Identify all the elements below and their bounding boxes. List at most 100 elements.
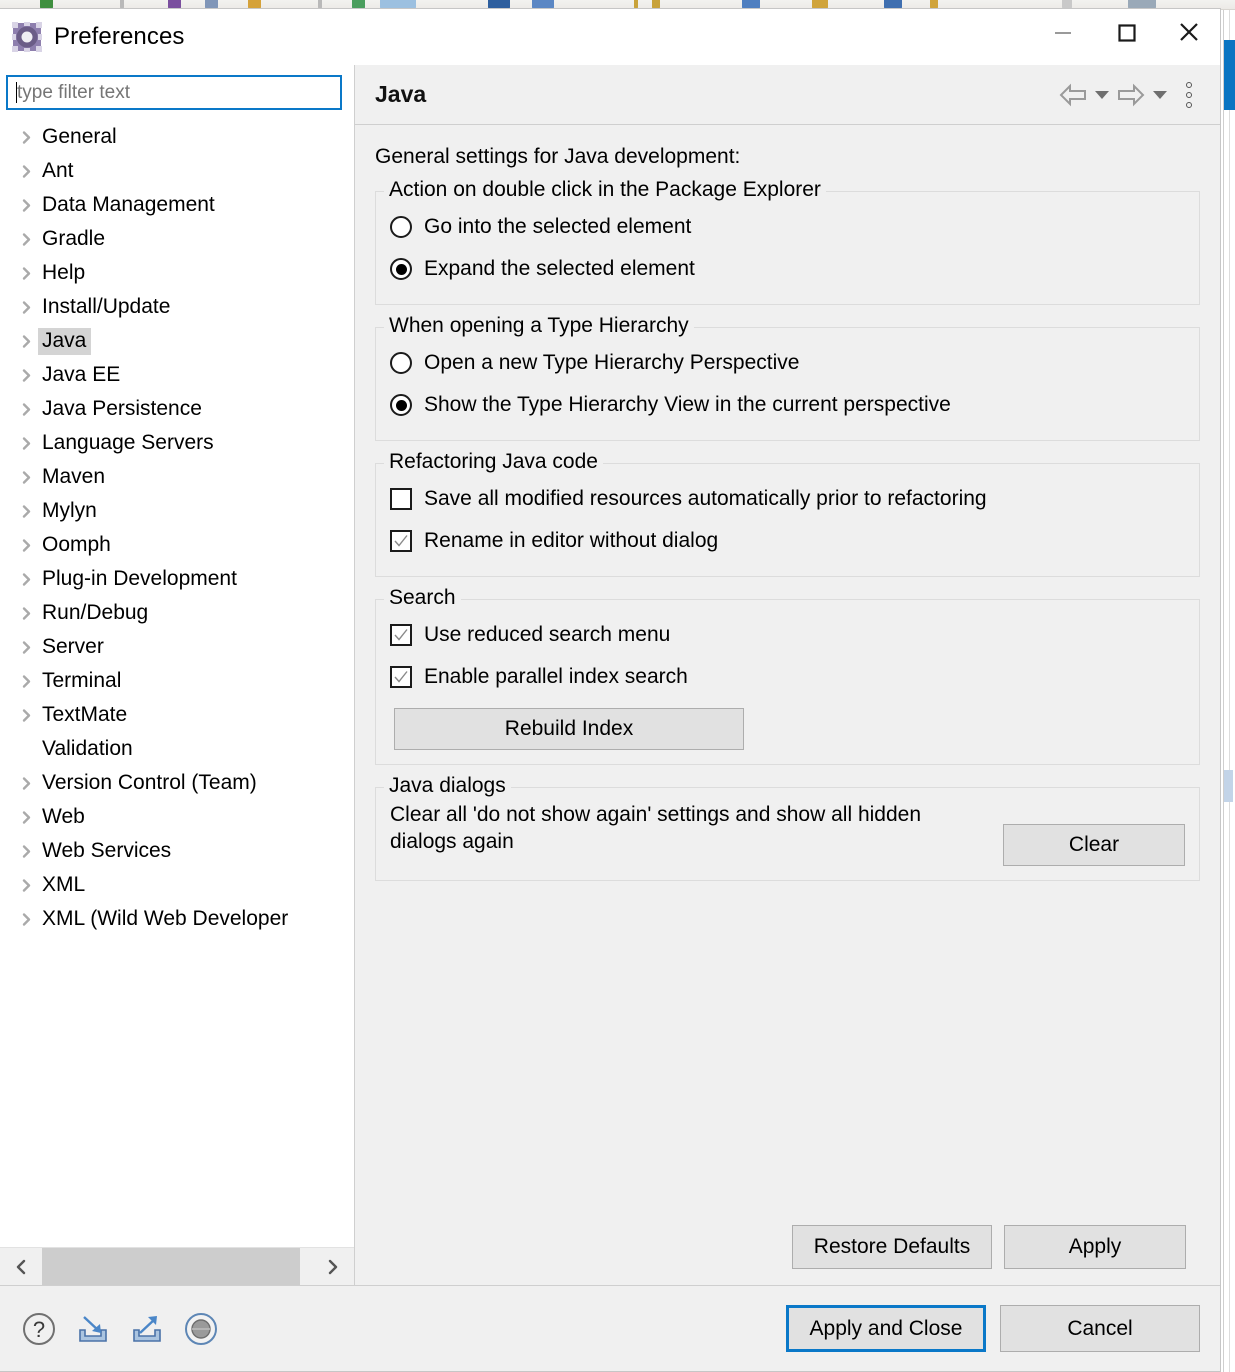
checkbox-rename-in-editor-without-dialog[interactable]: Rename in editor without dialog bbox=[390, 520, 1185, 562]
tree-item-oomph[interactable]: Oomph bbox=[0, 528, 354, 562]
tree-item-help[interactable]: Help bbox=[0, 256, 354, 290]
tree-item-java-persistence[interactable]: Java Persistence bbox=[0, 392, 354, 426]
preference-tree[interactable]: GeneralAntData ManagementGradleHelpInsta… bbox=[0, 116, 354, 1247]
tree-item-data-management[interactable]: Data Management bbox=[0, 188, 354, 222]
oomph-recorder-icon[interactable] bbox=[180, 1308, 222, 1350]
tree-item-java-ee[interactable]: Java EE bbox=[0, 358, 354, 392]
chevron-right-icon[interactable] bbox=[14, 810, 38, 825]
tree-item-install-update[interactable]: Install/Update bbox=[0, 290, 354, 324]
tree-item-plug-in-development[interactable]: Plug-in Development bbox=[0, 562, 354, 596]
chevron-right-icon[interactable] bbox=[14, 368, 38, 383]
chevron-right-icon[interactable] bbox=[14, 640, 38, 655]
chevron-right-icon[interactable] bbox=[14, 572, 38, 587]
chevron-right-icon[interactable] bbox=[14, 674, 38, 689]
radio-go-into-selected-element[interactable]: Go into the selected element bbox=[390, 206, 1185, 248]
chevron-right-icon[interactable] bbox=[14, 470, 38, 485]
tree-item-label: TextMate bbox=[38, 702, 132, 729]
apply-and-close-button[interactable]: Apply and Close bbox=[786, 1305, 986, 1352]
chevron-right-icon[interactable] bbox=[14, 504, 38, 519]
back-dropdown-icon[interactable] bbox=[1092, 78, 1112, 112]
tree-item-web[interactable]: Web bbox=[0, 800, 354, 834]
chevron-right-icon[interactable] bbox=[14, 198, 38, 213]
help-icon[interactable]: ? bbox=[18, 1308, 60, 1350]
tree-item-label: Run/Debug bbox=[38, 600, 153, 627]
radio-indicator bbox=[390, 216, 412, 238]
radio-open-new-type-hierarchy-perspective[interactable]: Open a new Type Hierarchy Perspective bbox=[390, 342, 1185, 384]
chevron-right-icon[interactable] bbox=[14, 606, 38, 621]
tree-item-gradle[interactable]: Gradle bbox=[0, 222, 354, 256]
scrollbar-thumb[interactable] bbox=[42, 1248, 300, 1285]
tree-item-run-debug[interactable]: Run/Debug bbox=[0, 596, 354, 630]
checkbox-indicator bbox=[390, 530, 412, 552]
scroll-right-icon[interactable] bbox=[312, 1248, 354, 1285]
tree-item-label: Java bbox=[38, 328, 91, 355]
cancel-button[interactable]: Cancel bbox=[1000, 1305, 1200, 1352]
tree-item-textmate[interactable]: TextMate bbox=[0, 698, 354, 732]
export-icon[interactable] bbox=[126, 1308, 168, 1350]
chevron-right-icon[interactable] bbox=[14, 300, 38, 315]
tree-item-general[interactable]: General bbox=[0, 120, 354, 154]
chevron-right-icon[interactable] bbox=[14, 776, 38, 791]
restore-defaults-button[interactable]: Restore Defaults bbox=[792, 1225, 992, 1269]
maximize-button[interactable] bbox=[1094, 9, 1157, 54]
apply-button[interactable]: Apply bbox=[1004, 1225, 1186, 1269]
filter-wrapper bbox=[0, 65, 354, 116]
scrollbar-track[interactable] bbox=[42, 1248, 312, 1285]
checkbox-save-all-modified-resources[interactable]: Save all modified resources automaticall… bbox=[390, 478, 1185, 520]
tree-item-label: Validation bbox=[38, 736, 138, 763]
chevron-right-icon[interactable] bbox=[14, 164, 38, 179]
tree-item-ant[interactable]: Ant bbox=[0, 154, 354, 188]
chevron-right-icon[interactable] bbox=[14, 232, 38, 247]
chevron-right-icon[interactable] bbox=[14, 912, 38, 927]
radio-indicator bbox=[390, 394, 412, 416]
chevron-right-icon[interactable] bbox=[14, 708, 38, 723]
scroll-left-icon[interactable] bbox=[0, 1248, 42, 1285]
chevron-right-icon[interactable] bbox=[14, 402, 38, 417]
tree-item-java[interactable]: Java bbox=[0, 324, 354, 358]
group-java-dialogs-legend: Java dialogs bbox=[384, 774, 511, 798]
chevron-right-icon[interactable] bbox=[14, 436, 38, 451]
chevron-right-icon[interactable] bbox=[14, 538, 38, 553]
radio-show-type-hierarchy-view[interactable]: Show the Type Hierarchy View in the curr… bbox=[390, 384, 1185, 426]
option-label: Enable parallel index search bbox=[424, 665, 688, 689]
group-double-click-legend: Action on double click in the Package Ex… bbox=[384, 178, 826, 202]
filter-box[interactable] bbox=[6, 75, 342, 110]
import-icon[interactable] bbox=[72, 1308, 114, 1350]
radio-expand-selected-element[interactable]: Expand the selected element bbox=[390, 248, 1185, 290]
back-arrow-icon[interactable] bbox=[1056, 78, 1090, 112]
filter-input[interactable] bbox=[17, 82, 334, 104]
chevron-right-icon[interactable] bbox=[14, 334, 38, 349]
tree-item-terminal[interactable]: Terminal bbox=[0, 664, 354, 698]
footer-icon-group: ? bbox=[18, 1308, 222, 1350]
forward-arrow-icon[interactable] bbox=[1114, 78, 1148, 112]
group-type-hierarchy-legend: When opening a Type Hierarchy bbox=[384, 314, 694, 338]
chevron-right-icon[interactable] bbox=[14, 878, 38, 893]
tree-item-xml-wild-web-developer[interactable]: XML (Wild Web Developer bbox=[0, 902, 354, 936]
clear-dialogs-button[interactable]: Clear bbox=[1003, 824, 1185, 866]
tree-item-web-services[interactable]: Web Services bbox=[0, 834, 354, 868]
chevron-right-icon[interactable] bbox=[14, 130, 38, 145]
option-label: Rename in editor without dialog bbox=[424, 529, 718, 553]
close-button[interactable] bbox=[1157, 9, 1220, 54]
tree-item-server[interactable]: Server bbox=[0, 630, 354, 664]
tree-item-xml[interactable]: XML bbox=[0, 868, 354, 902]
tree-item-label: Plug-in Development bbox=[38, 566, 242, 593]
tree-horizontal-scrollbar[interactable] bbox=[0, 1247, 354, 1285]
group-search: Search Use reduced search menu bbox=[375, 599, 1200, 765]
view-menu-icon[interactable] bbox=[1172, 78, 1206, 112]
chevron-right-icon[interactable] bbox=[14, 844, 38, 859]
group-refactoring-legend: Refactoring Java code bbox=[384, 450, 603, 474]
rebuild-index-button[interactable]: Rebuild Index bbox=[394, 708, 744, 750]
tree-item-label: Version Control (Team) bbox=[38, 770, 262, 797]
tree-item-version-control-team[interactable]: Version Control (Team) bbox=[0, 766, 354, 800]
checkbox-enable-parallel-index-search[interactable]: Enable parallel index search bbox=[390, 656, 1185, 698]
minimize-button[interactable] bbox=[1031, 9, 1094, 54]
chevron-right-icon[interactable] bbox=[14, 266, 38, 281]
forward-dropdown-icon[interactable] bbox=[1150, 78, 1170, 112]
tree-item-maven[interactable]: Maven bbox=[0, 460, 354, 494]
tree-item-mylyn[interactable]: Mylyn bbox=[0, 494, 354, 528]
checkbox-use-reduced-search-menu[interactable]: Use reduced search menu bbox=[390, 614, 1185, 656]
tree-item-validation[interactable]: Validation bbox=[0, 732, 354, 766]
tree-item-language-servers[interactable]: Language Servers bbox=[0, 426, 354, 460]
window-controls bbox=[1031, 9, 1220, 65]
